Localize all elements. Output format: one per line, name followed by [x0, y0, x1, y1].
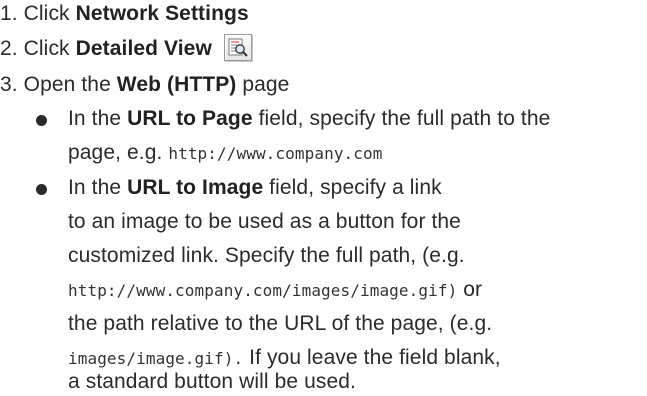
bullet-text: to an image to be used as a button for t…: [68, 210, 461, 233]
example-url: http://www.company.com/images/image.gif): [68, 281, 458, 300]
step-number: 1.: [0, 2, 18, 25]
example-path: images/image.gif).: [68, 349, 244, 368]
bullet-text: the path relative to the URL of the page…: [68, 312, 493, 335]
step-number: 3.: [0, 73, 18, 96]
step-bold-text: Detailed View: [75, 37, 212, 60]
step-bold-text: Network Settings: [75, 2, 249, 25]
step-text: Click: [23, 2, 76, 25]
bullet-1-line-2: page, e.g. http://www.company.com: [68, 140, 382, 167]
bullet-2-line-1: In the URL to Image field, specify a lin…: [68, 175, 442, 201]
step-text: Open the: [23, 73, 117, 96]
bullet-text: field, specify the full path to the: [252, 107, 551, 130]
bullet-2-line-5: the path relative to the URL of the page…: [68, 311, 492, 337]
bullet-text: In the: [68, 176, 128, 199]
bullet-text: field, specify a link: [263, 176, 442, 199]
field-name-url-to-image: URL to Image: [127, 176, 264, 199]
bullet-text: In the: [68, 107, 128, 130]
bullet-icon: [36, 184, 47, 195]
step-2: 2. Click Detailed View: [0, 33, 252, 62]
field-name-url-to-page: URL to Page: [127, 107, 253, 130]
step-text-after: page: [236, 73, 290, 96]
bullet-1-line-1: In the URL to Page field, specify the fu…: [68, 106, 550, 132]
bullet-text: a standard button will be used.: [68, 370, 356, 393]
step-1: 1. Click Network Settings: [0, 1, 249, 27]
example-url: http://www.company.com: [168, 144, 383, 163]
bullet-text: page, e.g.: [68, 141, 169, 164]
bullet-icon: [36, 115, 47, 126]
step-text: Click: [23, 37, 76, 60]
bullet-text: customized link. Specify the full path, …: [68, 244, 465, 267]
step-number: 2.: [0, 37, 18, 60]
bullet-2-line-4: http://www.company.com/images/image.gif)…: [68, 277, 482, 304]
bullet-text: If you leave the field blank,: [243, 346, 501, 369]
bullet-text: or: [457, 278, 483, 301]
step-3: 3. Open the Web (HTTP) page: [0, 72, 289, 98]
bullet-2-line-2: to an image to be used as a button for t…: [68, 209, 461, 235]
step-bold-text: Web (HTTP): [116, 73, 237, 96]
bullet-2-line-6: images/image.gif). If you leave the fiel…: [68, 345, 501, 372]
bullet-2-line-3: customized link. Specify the full path, …: [68, 243, 465, 269]
detailed-view-icon[interactable]: [223, 33, 252, 61]
bullet-2-line-7: a standard button will be used.: [68, 369, 356, 395]
